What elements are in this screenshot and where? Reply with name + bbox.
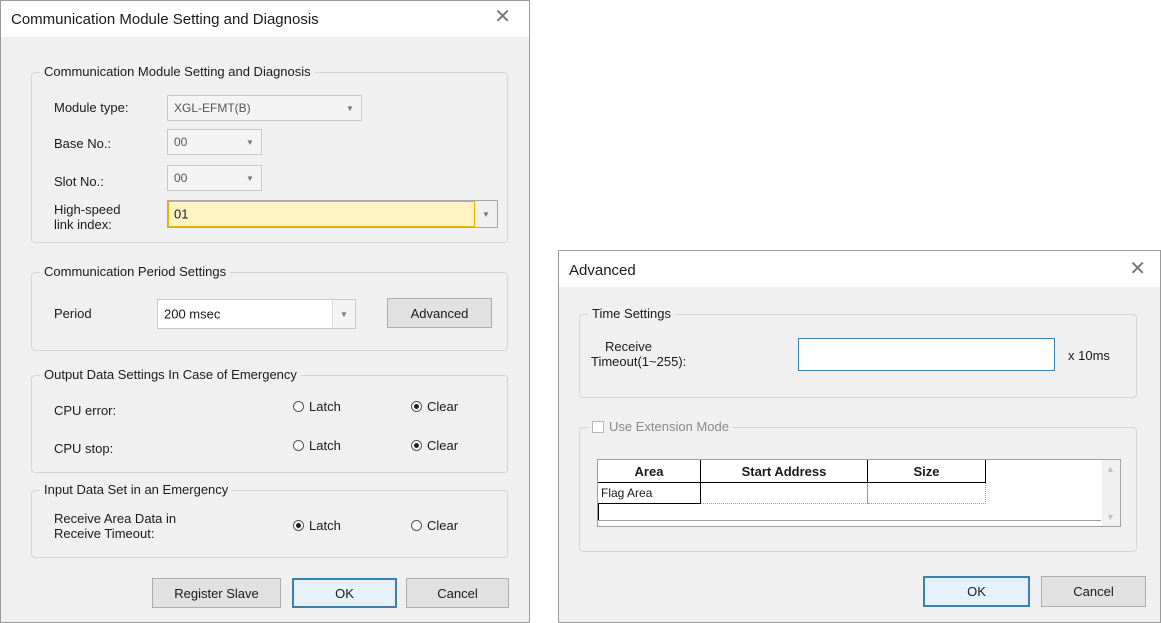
- slot-no-label: Slot No.:: [54, 174, 104, 189]
- cancel-button[interactable]: Cancel: [1041, 576, 1146, 607]
- chevron-down-icon: ▼: [332, 300, 355, 328]
- extension-legend-wrap: Use Extension Mode: [588, 419, 733, 435]
- radio-label: Latch: [309, 399, 341, 414]
- register-slave-button[interactable]: Register Slave: [152, 578, 281, 608]
- close-icon[interactable]: ✕: [494, 7, 511, 27]
- radio-label: Clear: [427, 518, 459, 533]
- cpu-stop-clear-radio[interactable]: Clear: [411, 438, 458, 453]
- radio-selected-icon: [411, 401, 422, 412]
- slot-no-value: 00: [174, 171, 188, 185]
- table-cell-size[interactable]: [868, 483, 986, 504]
- link-index-value: 01: [174, 206, 189, 222]
- period-legend: Communication Period Settings: [40, 264, 231, 280]
- cpu-error-clear-radio[interactable]: Clear: [411, 399, 458, 414]
- output-emergency-group: Output Data Settings In Case of Emergenc…: [31, 367, 508, 473]
- advanced-dialog: Advanced ✕ Time Settings Receive Timeout…: [558, 250, 1161, 623]
- title-bar: Advanced ✕: [559, 251, 1160, 287]
- cpu-error-latch-radio[interactable]: Latch: [293, 399, 341, 414]
- ok-button[interactable]: OK: [923, 576, 1030, 607]
- base-no-select[interactable]: 00 ▼: [167, 129, 262, 155]
- receive-area-label-line1: Receive Area Data in: [54, 511, 177, 526]
- title-bar: Communication Module Setting and Diagnos…: [1, 1, 529, 37]
- radio-icon: [293, 401, 304, 412]
- module-type-value: XGL-EFMT(B): [174, 101, 251, 115]
- radio-icon: [411, 520, 422, 531]
- column-header-size: Size: [868, 460, 986, 483]
- radio-label: Latch: [309, 438, 341, 453]
- base-no-label: Base No.:: [54, 136, 112, 151]
- close-icon[interactable]: ✕: [1129, 259, 1146, 279]
- receive-timeout-input[interactable]: [798, 338, 1055, 371]
- link-index-label-line2: link index:: [54, 217, 112, 232]
- link-index-highlight: [168, 201, 475, 227]
- radio-label: Latch: [309, 518, 341, 533]
- module-setting-legend: Communication Module Setting and Diagnos…: [40, 64, 315, 80]
- scroll-down-icon[interactable]: ▼: [1106, 512, 1115, 522]
- receive-area-label-line2: Receive Timeout:: [54, 526, 155, 541]
- output-emergency-legend: Output Data Settings In Case of Emergenc…: [40, 367, 301, 383]
- cancel-button[interactable]: Cancel: [406, 578, 509, 608]
- comm-module-dialog: Communication Module Setting and Diagnos…: [0, 0, 530, 623]
- extension-legend: Use Extension Mode: [609, 419, 729, 434]
- cpu-stop-label: CPU stop:: [54, 441, 114, 456]
- link-index-label-line1: High-speed: [54, 202, 121, 217]
- scroll-up-icon[interactable]: ▲: [1106, 464, 1115, 474]
- table-cell-area[interactable]: Flag Area: [598, 483, 701, 504]
- dialog-title: Communication Module Setting and Diagnos…: [11, 11, 319, 28]
- receive-timeout-label-line1: Receive: [605, 339, 652, 354]
- link-index-select[interactable]: 01 ▼: [167, 200, 498, 228]
- table-cell-start-address[interactable]: [701, 483, 868, 504]
- extension-table: Area Start Address Size Flag Area ▲ ▼: [597, 459, 1121, 527]
- period-value: 200 msec: [164, 306, 221, 322]
- time-settings-legend: Time Settings: [588, 306, 675, 322]
- use-extension-mode-checkbox[interactable]: [592, 421, 604, 433]
- receive-clear-radio[interactable]: Clear: [411, 518, 458, 533]
- cpu-error-label: CPU error:: [54, 403, 117, 418]
- radio-selected-icon: [293, 520, 304, 531]
- dialog-title: Advanced: [569, 262, 636, 279]
- slot-no-select[interactable]: 00 ▼: [167, 165, 262, 191]
- advanced-button[interactable]: Advanced: [387, 298, 492, 328]
- ok-button[interactable]: OK: [292, 578, 397, 608]
- radio-label: Clear: [427, 399, 459, 414]
- radio-label: Clear: [427, 438, 459, 453]
- chevron-down-icon: ▼: [346, 103, 354, 113]
- input-emergency-legend: Input Data Set in an Emergency: [40, 482, 233, 498]
- table-left-rule: [598, 504, 599, 520]
- module-type-label: Module type:: [54, 100, 129, 115]
- chevron-down-icon: ▼: [246, 137, 254, 147]
- module-type-select[interactable]: XGL-EFMT(B) ▼: [167, 95, 362, 121]
- chevron-down-icon: ▼: [475, 201, 497, 227]
- radio-selected-icon: [411, 440, 422, 451]
- timeout-unit-label: x 10ms: [1068, 348, 1110, 363]
- table-bottom-rule: [598, 520, 1101, 521]
- radio-icon: [293, 440, 304, 451]
- cpu-stop-latch-radio[interactable]: Latch: [293, 438, 341, 453]
- table-vertical-scrollbar[interactable]: ▲ ▼: [1102, 460, 1120, 526]
- column-header-area: Area: [598, 460, 701, 483]
- receive-timeout-label-line2: Timeout(1~255):: [591, 354, 687, 369]
- period-label: Period: [54, 306, 92, 321]
- base-no-value: 00: [174, 135, 188, 149]
- period-select[interactable]: 200 msec ▼: [157, 299, 356, 329]
- receive-latch-radio[interactable]: Latch: [293, 518, 341, 533]
- column-header-start-address: Start Address: [701, 460, 868, 483]
- chevron-down-icon: ▼: [246, 173, 254, 183]
